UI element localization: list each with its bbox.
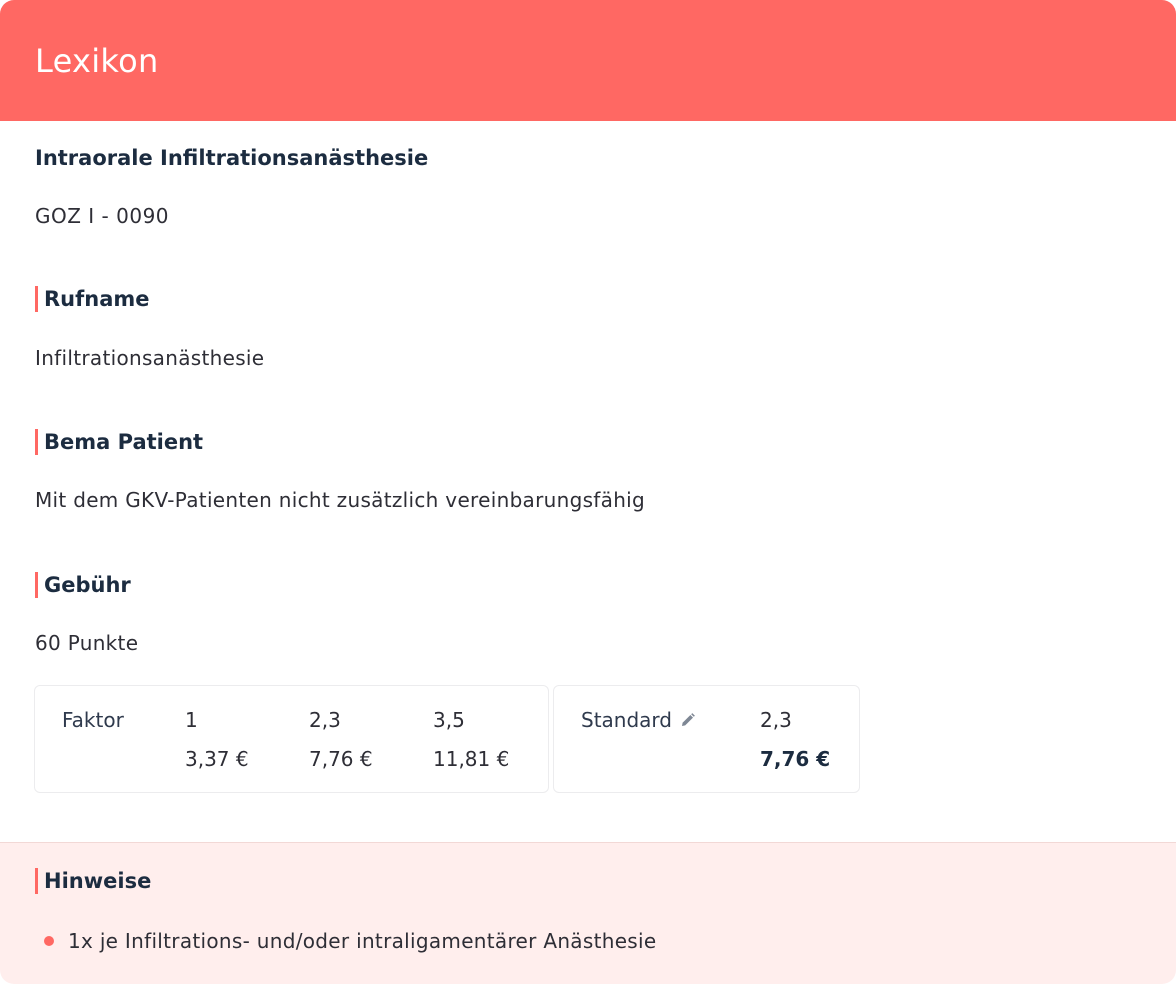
page-title: Lexikon: [35, 41, 159, 80]
section-text-rufname: Infiltrationsanästhesie: [35, 346, 265, 370]
factor-label: Faktor: [62, 708, 124, 732]
standard-label: Standard: [581, 708, 672, 732]
header-bar: Lexikon: [0, 0, 1176, 121]
pencil-icon[interactable]: [680, 712, 696, 728]
section-heading-gebuehr: Gebühr: [35, 572, 131, 598]
factor-value: 2,3: [309, 708, 341, 732]
factor-value: 1: [185, 708, 198, 732]
section-text-bema: Mit dem GKV-Patienten nicht zusätzlich v…: [35, 488, 646, 512]
factor-table: Faktor 1 2,3 3,5 3,37 € 7,76 € 11,81 €: [34, 685, 549, 793]
factor-amount: 7,76 €: [309, 747, 373, 771]
note-text: 1x je Infiltrations- und/oder intraligam…: [68, 929, 657, 953]
standard-amount: 7,76 €: [760, 747, 831, 771]
factor-amount: 11,81 €: [433, 747, 510, 771]
bullet-icon: [44, 936, 54, 946]
standard-edit-button[interactable]: Standard: [581, 708, 696, 732]
factor-amount: 3,37 €: [185, 747, 249, 771]
standard-factor-value: 2,3: [760, 708, 792, 732]
entry-content: Intraorale Infiltrationsanästhesie GOZ I…: [0, 121, 1176, 842]
section-text-gebuehr: 60 Punkte: [35, 631, 139, 655]
section-heading-bema: Bema Patient: [35, 429, 203, 455]
lexikon-card: Lexikon Intraorale Infiltrationsanästhes…: [0, 0, 1176, 984]
list-item: 1x je Infiltrations- und/oder intraligam…: [44, 929, 656, 953]
entry-code: GOZ I - 0090: [35, 204, 170, 228]
notes-heading: Hinweise: [35, 868, 151, 894]
section-heading-rufname: Rufname: [35, 286, 150, 312]
entry-title: Intraorale Infiltrationsanästhesie: [35, 146, 429, 170]
notes-section: Hinweise 1x je Infiltrations- und/oder i…: [0, 842, 1176, 984]
standard-factor-box: Standard 2,3 7,76 €: [553, 685, 860, 793]
factor-value: 3,5: [433, 708, 465, 732]
